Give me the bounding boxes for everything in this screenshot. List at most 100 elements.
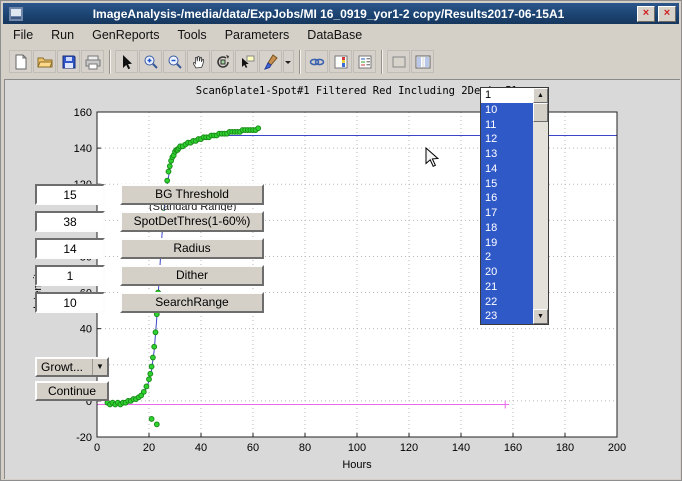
brush-icon bbox=[263, 54, 279, 70]
link-plot-button[interactable] bbox=[305, 50, 328, 73]
zoom-out-button[interactable] bbox=[163, 50, 186, 73]
listbox-item-11[interactable]: 11 bbox=[481, 118, 534, 133]
spotdetthres-1-60-input[interactable] bbox=[35, 211, 105, 232]
brush-button[interactable] bbox=[259, 50, 282, 73]
listbox-item-17[interactable]: 17 bbox=[481, 206, 534, 221]
listbox-item-21[interactable]: 21 bbox=[481, 280, 534, 295]
listbox-item-19[interactable]: 19 bbox=[481, 236, 534, 251]
value-listbox-items: 110111213141516171819220212223 bbox=[481, 88, 534, 324]
edit-pointer-button[interactable] bbox=[115, 50, 138, 73]
menu-item-tools[interactable]: Tools bbox=[169, 26, 216, 44]
menu-item-file[interactable]: File bbox=[4, 26, 42, 44]
listbox-item-20[interactable]: 20 bbox=[481, 265, 534, 280]
toolbar-separator bbox=[109, 50, 111, 74]
pan-hand-button[interactable] bbox=[187, 50, 210, 73]
svg-text:120: 120 bbox=[400, 442, 418, 454]
pan-hand-icon bbox=[191, 54, 207, 70]
svg-text:20: 20 bbox=[143, 442, 155, 454]
print-button[interactable] bbox=[81, 50, 104, 73]
param-row-searchrange: SearchRange bbox=[35, 292, 264, 313]
menu-item-genreports[interactable]: GenReports bbox=[83, 26, 168, 44]
param-row-radius: Radius bbox=[35, 238, 264, 259]
data-cursor-button[interactable] bbox=[235, 50, 258, 73]
svg-text:0: 0 bbox=[94, 442, 100, 454]
param-row-dither: Dither bbox=[35, 265, 264, 286]
new-file-icon bbox=[13, 54, 29, 70]
insert-legend-button[interactable] bbox=[353, 50, 376, 73]
save-button[interactable] bbox=[57, 50, 80, 73]
svg-text:140: 140 bbox=[452, 442, 470, 454]
show-plot-tools-button[interactable] bbox=[411, 50, 434, 73]
title-bar[interactable]: ImageAnalysis-/media/data/ExpJobs/MI 16_… bbox=[3, 3, 679, 24]
listbox-item-12[interactable]: 12 bbox=[481, 132, 534, 147]
menu-bar: FileRunGenReportsToolsParametersDataBase bbox=[4, 25, 680, 45]
listbox-scrollbar[interactable]: ▲ ▼ bbox=[533, 88, 548, 324]
show-plot-tools-icon bbox=[415, 54, 431, 70]
menu-item-run[interactable]: Run bbox=[42, 26, 83, 44]
zoom-in-icon bbox=[143, 54, 159, 70]
scroll-down-button[interactable]: ▼ bbox=[533, 309, 548, 324]
value-listbox: 110111213141516171819220212223 ▲ ▼ bbox=[480, 87, 549, 325]
open-folder-button[interactable] bbox=[33, 50, 56, 73]
bg-threshold-button[interactable]: BG Threshold bbox=[120, 184, 264, 205]
window-icon bbox=[9, 7, 23, 21]
save-icon bbox=[61, 54, 77, 70]
window-title: ImageAnalysis-/media/data/ExpJobs/MI 16_… bbox=[23, 7, 634, 21]
brush-caret-icon bbox=[284, 54, 293, 70]
param-row-bg-threshold: BG Threshold bbox=[35, 184, 264, 205]
insert-colorbar-button[interactable] bbox=[329, 50, 352, 73]
print-icon bbox=[85, 54, 101, 70]
scroll-thumb[interactable] bbox=[533, 103, 548, 122]
bg-threshold-input[interactable] bbox=[35, 184, 105, 205]
svg-text:180: 180 bbox=[556, 442, 574, 454]
svg-text:140: 140 bbox=[74, 143, 92, 155]
listbox-item-14[interactable]: 14 bbox=[481, 162, 534, 177]
new-file-button[interactable] bbox=[9, 50, 32, 73]
svg-text:-20: -20 bbox=[76, 432, 92, 444]
hide-plot-tools-icon bbox=[391, 54, 407, 70]
continue-button[interactable]: Continue bbox=[35, 381, 109, 401]
listbox-item-23[interactable]: 23 bbox=[481, 309, 534, 324]
growth-dropdown[interactable]: Growt... ▼ bbox=[35, 357, 109, 377]
open-folder-icon bbox=[37, 54, 53, 70]
app-window: ImageAnalysis-/media/data/ExpJobs/MI 16_… bbox=[0, 0, 682, 481]
growth-dropdown-label: Growt... bbox=[37, 360, 92, 374]
searchrange-button[interactable]: SearchRange bbox=[120, 292, 264, 313]
listbox-item-1[interactable]: 1 bbox=[481, 88, 534, 103]
listbox-item-10[interactable]: 10 bbox=[481, 103, 534, 118]
toolbar bbox=[4, 45, 680, 78]
listbox-item-15[interactable]: 15 bbox=[481, 177, 534, 192]
listbox-item-22[interactable]: 22 bbox=[481, 295, 534, 310]
zoom-out-icon bbox=[167, 54, 183, 70]
rotate-3d-button[interactable] bbox=[211, 50, 234, 73]
data-cursor-icon bbox=[239, 54, 255, 70]
spotdetthres-1-60-button[interactable]: SpotDetThres(1-60%) bbox=[120, 211, 264, 232]
hide-plot-tools-button[interactable] bbox=[387, 50, 410, 73]
listbox-item-13[interactable]: 13 bbox=[481, 147, 534, 162]
listbox-item-2[interactable]: 2 bbox=[481, 250, 534, 265]
rotate-3d-icon bbox=[215, 54, 231, 70]
toolbar-separator bbox=[299, 50, 301, 74]
svg-text:60: 60 bbox=[247, 442, 259, 454]
maximize-button[interactable]: × bbox=[637, 6, 655, 22]
close-button[interactable]: × bbox=[658, 6, 676, 22]
zoom-in-button[interactable] bbox=[139, 50, 162, 73]
dither-input[interactable] bbox=[35, 265, 105, 286]
edit-pointer-icon bbox=[119, 54, 135, 70]
svg-text:Scan6plate1-Spot#1 Filtered Re: Scan6plate1-Spot#1 Filtered Red Includin… bbox=[196, 85, 518, 97]
searchrange-input[interactable] bbox=[35, 292, 105, 313]
radius-button[interactable]: Radius bbox=[120, 238, 264, 259]
dither-button[interactable]: Dither bbox=[120, 265, 264, 286]
listbox-item-16[interactable]: 16 bbox=[481, 191, 534, 206]
menu-item-parameters[interactable]: Parameters bbox=[216, 26, 299, 44]
insert-colorbar-icon bbox=[333, 54, 349, 70]
radius-input[interactable] bbox=[35, 238, 105, 259]
svg-text:Hours: Hours bbox=[342, 459, 372, 471]
figure-area: 020406080100120140160180200-200204060801… bbox=[4, 79, 680, 479]
brush-caret-button[interactable] bbox=[283, 50, 294, 73]
scroll-up-button[interactable]: ▲ bbox=[533, 88, 548, 103]
svg-text:200: 200 bbox=[608, 442, 626, 454]
menu-item-database[interactable]: DataBase bbox=[298, 26, 371, 44]
listbox-item-18[interactable]: 18 bbox=[481, 221, 534, 236]
insert-legend-icon bbox=[357, 54, 373, 70]
